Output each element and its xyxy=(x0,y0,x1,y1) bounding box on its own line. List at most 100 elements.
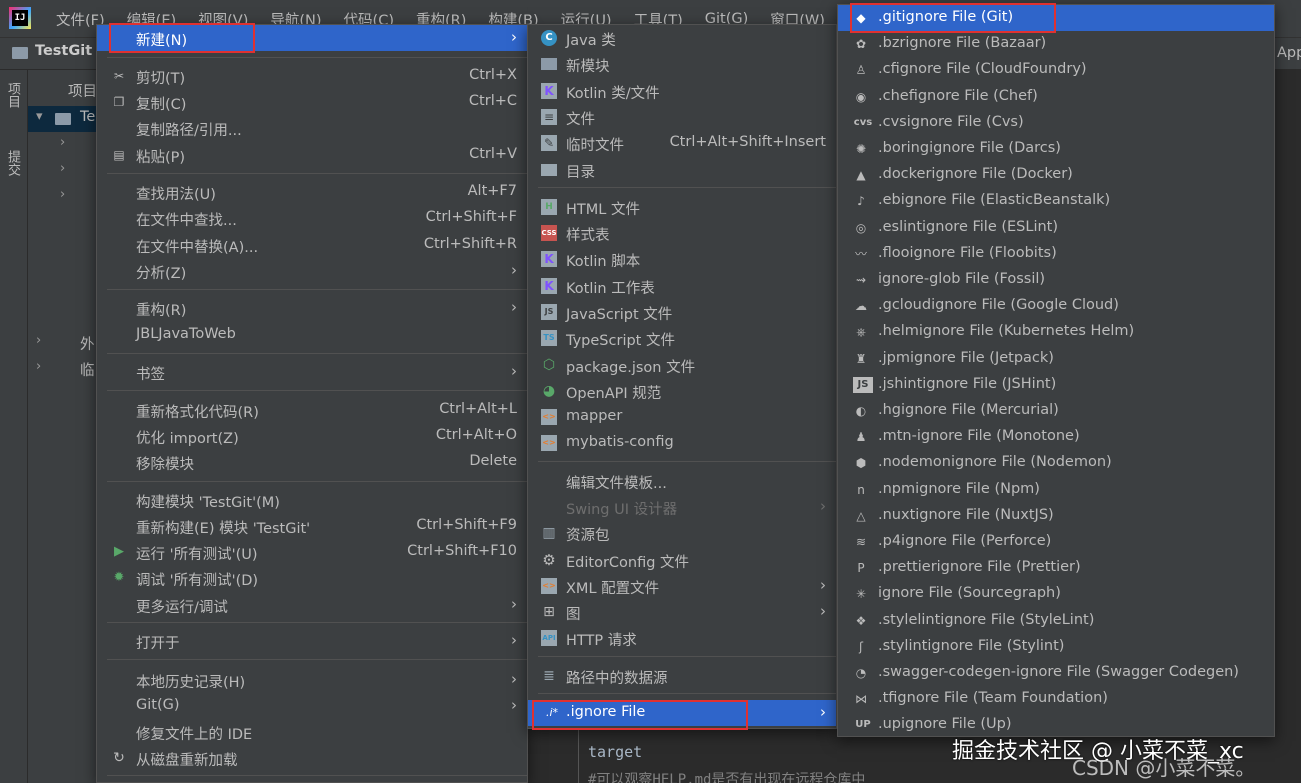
menu-item-find-usages[interactable]: 查找用法(U) Alt+F7 xyxy=(97,179,527,205)
shortcut-label: Alt+F7 xyxy=(467,183,517,199)
ignore-menu-item[interactable]: ≋ .p4ignore File (Perforce) xyxy=(838,529,1274,555)
tree-row[interactable]: › xyxy=(28,158,100,184)
menu-item-http-request[interactable]: API HTTP 请求 xyxy=(528,625,836,651)
menu-item-java-class[interactable]: C Java 类 xyxy=(528,25,836,51)
menu-item-diagram[interactable]: ⊞ 图 › xyxy=(528,599,836,625)
expand-arrow-icon[interactable]: › xyxy=(36,359,41,374)
tree-row[interactable]: › xyxy=(28,132,100,158)
ignore-menu-item[interactable]: ⬢ .nodemonignore File (Nodemon) xyxy=(838,450,1274,476)
menu-item-kotlin-class[interactable]: K Kotlin 类/文件 xyxy=(528,78,836,104)
menu-item-new[interactable]: 新建(N) › xyxy=(97,25,527,51)
menu-item-mapper[interactable]: <> mapper xyxy=(528,404,836,430)
menu-item-editorconfig[interactable]: ⚙ EditorConfig 文件 xyxy=(528,547,836,573)
ignore-menu-item[interactable]: ◆ .gitignore File (Git) xyxy=(838,5,1274,31)
expand-arrow-icon[interactable]: › xyxy=(60,187,65,202)
ignore-menu-item[interactable]: ◉ .chefignore File (Chef) xyxy=(838,84,1274,110)
ignore-menu-item[interactable]: △ .nuxtignore File (NuxtJS) xyxy=(838,503,1274,529)
ignore-menu-item[interactable]: ♟ .mtn-ignore File (Monotone) xyxy=(838,424,1274,450)
ignore-menu-item[interactable]: ❖ .stylelintignore File (StyleLint) xyxy=(838,608,1274,634)
menu-item-find-in-files[interactable]: 在文件中查找... Ctrl+Shift+F xyxy=(97,205,527,231)
menu-item-analyze[interactable]: 分析(Z) › xyxy=(97,258,527,284)
menu-item-jbl[interactable]: JBLJavaToWeb xyxy=(97,322,527,348)
tree-row-root[interactable]: ▾ Te xyxy=(28,106,100,132)
menu-item-new-module[interactable]: 新模块 xyxy=(528,51,836,77)
menu-item-typescript-file[interactable]: TS TypeScript 文件 xyxy=(528,325,836,351)
menu-item-mybatis-config[interactable]: <> mybatis-config xyxy=(528,430,836,456)
menu-item-html-file[interactable]: H HTML 文件 xyxy=(528,194,836,220)
reload-icon: ↻ xyxy=(113,750,125,766)
ignore-menu-item[interactable]: ✺ .boringignore File (Darcs) xyxy=(838,136,1274,162)
menu-item-kotlin-script[interactable]: K Kotlin 脚本 xyxy=(528,246,836,272)
menu-item-javascript-file[interactable]: JS JavaScript 文件 xyxy=(528,299,836,325)
menu-item-bookmarks[interactable]: 书签 › xyxy=(97,359,527,385)
menu-item-stylesheet[interactable]: CSS 样式表 xyxy=(528,220,836,246)
ignore-menu-item[interactable]: ☁ .gcloudignore File (Google Cloud) xyxy=(838,293,1274,319)
menu-item-datasource[interactable]: ≣ 路径中的数据源 xyxy=(528,663,836,689)
menu-item-label: .swagger-codegen-ignore File (Swagger Co… xyxy=(878,664,1239,680)
tree-row-scratches[interactable]: › 临 xyxy=(28,356,100,382)
menu-item-directory[interactable]: 目录 xyxy=(528,157,836,183)
menu-item-build-module[interactable]: 构建模块 'TestGit'(M) xyxy=(97,487,527,513)
menu-item-openapi[interactable]: ◕ OpenAPI 规范 xyxy=(528,378,836,404)
ignore-menu-item[interactable]: ⋈ .tfignore File (Team Foundation) xyxy=(838,686,1274,712)
ignore-menu-item[interactable]: ▲ .dockerignore File (Docker) xyxy=(838,162,1274,188)
ignore-menu-item[interactable]: n .npmignore File (Npm) xyxy=(838,477,1274,503)
menu-item-xml-config[interactable]: <> XML 配置文件 › xyxy=(528,573,836,599)
menu-item-more-run[interactable]: 更多运行/调试 › xyxy=(97,592,527,618)
expand-arrow-icon[interactable]: ▾ xyxy=(36,109,43,124)
ignore-type-icon: ◆ xyxy=(856,11,866,25)
project-tool-tab[interactable]: 项目 xyxy=(5,82,22,108)
menu-item-kotlin-worksheet[interactable]: K Kotlin 工作表 xyxy=(528,273,836,299)
expand-arrow-icon[interactable]: › xyxy=(36,333,41,348)
ignore-menu-item[interactable]: ⎈ .helmignore File (Kubernetes Helm) xyxy=(838,319,1274,345)
ignore-menu-item[interactable]: ◎ .eslintignore File (ESLint) xyxy=(838,215,1274,241)
menu-item-reload-disk[interactable]: ↻ 从磁盘重新加载 xyxy=(97,745,527,771)
run-config-label[interactable]: App xyxy=(1277,45,1301,61)
ignore-menu-item[interactable]: ◔ .swagger-codegen-ignore File (Swagger C… xyxy=(838,660,1274,686)
menu-item-refactor[interactable]: 重构(R) › xyxy=(97,295,527,321)
menu-item-package-json[interactable]: ⬡ package.json 文件 xyxy=(528,352,836,378)
ignore-menu-item[interactable]: ♜ .jpmignore File (Jetpack) xyxy=(838,346,1274,372)
menu-item-label: 运行 '所有测试'(U) xyxy=(136,547,258,563)
ignore-menu-item[interactable]: ◐ .hgignore File (Mercurial) xyxy=(838,398,1274,424)
project-name[interactable]: TestGit xyxy=(35,43,92,59)
commit-tool-tab[interactable]: 提交 xyxy=(5,150,22,176)
ignore-menu-item[interactable]: P .prettierignore File (Prettier) xyxy=(838,555,1274,581)
ignore-menu-item[interactable]: ʃ .stylintignore File (Stylint) xyxy=(838,634,1274,660)
menu-item-run-tests[interactable]: ▶ 运行 '所有测试'(U) Ctrl+Shift+F10 xyxy=(97,539,527,565)
menu-item-optimize-imports[interactable]: 优化 import(Z) Ctrl+Alt+O xyxy=(97,423,527,449)
menu-item-scratch-file[interactable]: ✎ 临时文件 Ctrl+Alt+Shift+Insert xyxy=(528,130,836,156)
menu-item-ignore-file[interactable]: .i* .ignore File › xyxy=(528,700,836,726)
ignore-menu-item[interactable]: ♪ .ebignore File (ElasticBeanstalk) xyxy=(838,188,1274,214)
menu-item-rebuild-module[interactable]: 重新构建(E) 模块 'TestGit' Ctrl+Shift+F9 xyxy=(97,513,527,539)
menu-item-debug-tests[interactable]: ✹ 调试 '所有测试'(D) xyxy=(97,565,527,591)
tree-row-external-libs[interactable]: › 外 xyxy=(28,330,100,356)
expand-arrow-icon[interactable]: › xyxy=(60,161,65,176)
menu-item-resource-bundle[interactable]: ▥ 资源包 xyxy=(528,520,836,546)
menu-item-label: 编辑文件模板... xyxy=(566,476,667,492)
menu-item-cut[interactable]: ✂ 剪切(T) Ctrl+X xyxy=(97,63,527,89)
menu-item-repair-ide[interactable]: 修复文件上的 IDE xyxy=(97,719,527,745)
menu-item-paste[interactable]: ▤ 粘贴(P) Ctrl+V xyxy=(97,142,527,168)
expand-arrow-icon[interactable]: › xyxy=(60,135,65,150)
menu-item-edit-templates[interactable]: 编辑文件模板... xyxy=(528,468,836,494)
menu-item-git[interactable]: Git(G) › xyxy=(97,693,527,719)
ignore-menu-item[interactable]: 〰 .flooignore File (Floobits) xyxy=(838,241,1274,267)
ignore-menu-item[interactable]: ♙ .cfignore File (CloudFoundry) xyxy=(838,57,1274,83)
menu-item-reformat[interactable]: 重新格式化代码(R) Ctrl+Alt+L xyxy=(97,397,527,423)
menu-item-replace-in-files[interactable]: 在文件中替换(A)... Ctrl+Shift+R xyxy=(97,232,527,258)
menu-item-remove-module[interactable]: 移除模块 Delete xyxy=(97,449,527,475)
tree-row[interactable]: › xyxy=(28,184,100,210)
ignore-menu-item[interactable]: ✳ ignore File (Sourcegraph) xyxy=(838,581,1274,607)
menu-item-open-in[interactable]: 打开于 › xyxy=(97,628,527,654)
menu-item-label: .hgignore File (Mercurial) xyxy=(878,402,1059,418)
ignore-menu-item[interactable]: ⇝ ignore-glob File (Fossil) xyxy=(838,267,1274,293)
menu-item-copy[interactable]: ❐ 复制(C) Ctrl+C xyxy=(97,89,527,115)
ignore-menu-item[interactable]: cvs .cvsignore File (Cvs) xyxy=(838,110,1274,136)
menu-item-label: .gitignore File (Git) xyxy=(878,9,1014,25)
ignore-menu-item[interactable]: ✿ .bzrignore File (Bazaar) xyxy=(838,31,1274,57)
menu-item-file[interactable]: ≡ 文件 xyxy=(528,104,836,130)
ignore-menu-item[interactable]: JS .jshintignore File (JSHint) xyxy=(838,372,1274,398)
menu-item-local-history[interactable]: 本地历史记录(H) › xyxy=(97,667,527,693)
menu-item-copy-path[interactable]: 复制路径/引用... xyxy=(97,115,527,141)
